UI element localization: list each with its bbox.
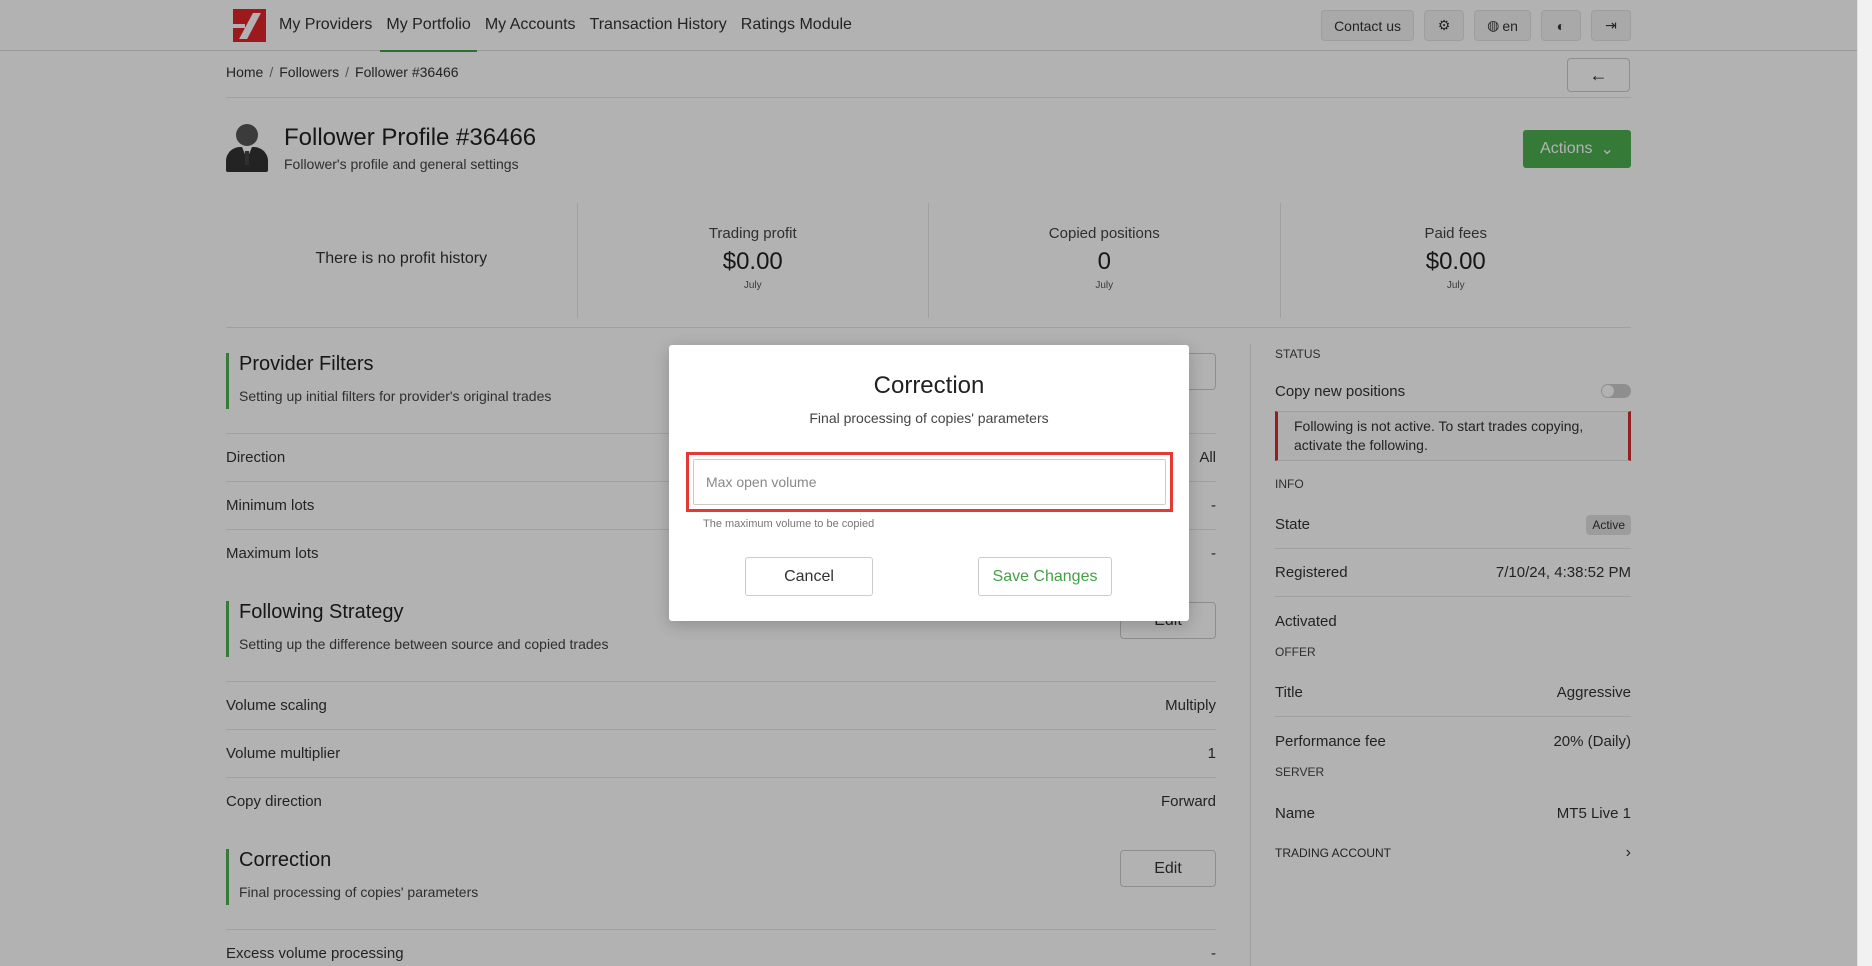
correction-modal: Correction Final processing of copies' p…: [669, 345, 1189, 621]
modal-title: Correction: [873, 372, 985, 399]
modal-subtitle: Final processing of copies' parameters: [809, 410, 1049, 426]
highlight-box: [686, 452, 1173, 512]
page-scrollbar[interactable]: [1857, 0, 1872, 966]
cancel-button[interactable]: Cancel: [745, 557, 873, 596]
max-open-volume-input[interactable]: [693, 459, 1166, 505]
field-help-text: The maximum volume to be copied: [703, 518, 875, 530]
save-changes-button[interactable]: Save Changes: [978, 557, 1112, 596]
